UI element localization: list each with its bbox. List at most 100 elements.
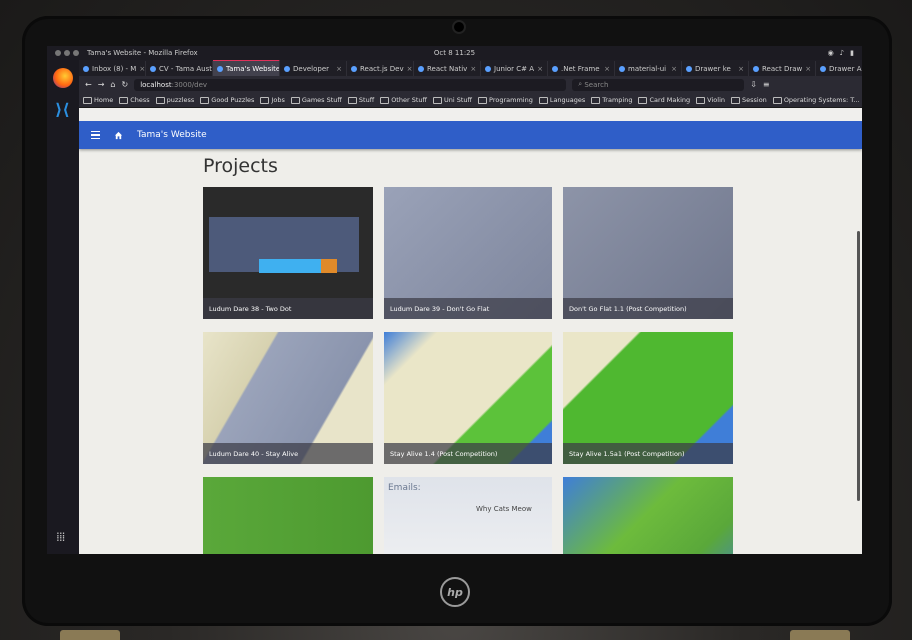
forward-icon[interactable]: →: [98, 80, 105, 89]
tab-favicon-icon: [619, 65, 625, 72]
folder-icon: [347, 96, 357, 104]
project-card[interactable]: Ludum Dare 39 - Don't Go Flat: [384, 187, 552, 319]
tab-label: React Draw: [762, 64, 803, 73]
browser-tab[interactable]: Tama's Website×: [213, 60, 280, 76]
close-tab-icon[interactable]: ×: [805, 65, 811, 73]
hamburger-menu-icon[interactable]: [91, 130, 100, 140]
browser-tab[interactable]: Drawer API×: [816, 61, 862, 76]
search-placeholder: Search: [584, 80, 609, 89]
close-tab-icon[interactable]: ×: [407, 65, 413, 73]
bookmark-item[interactable]: Violin: [696, 96, 725, 104]
close-tab-icon[interactable]: ×: [139, 65, 145, 73]
bookmark-item[interactable]: Languages: [538, 96, 585, 104]
search-input[interactable]: ⌕ Search: [572, 78, 745, 91]
bookmark-item[interactable]: Chess: [119, 96, 150, 104]
bookmark-label: Uni Stuff: [443, 96, 473, 104]
bookmark-item[interactable]: Programming: [478, 96, 533, 104]
bookmark-item[interactable]: Uni Stuff: [432, 96, 473, 104]
browser-tab[interactable]: CV - Tama Aust×: [146, 61, 213, 76]
close-tab-icon[interactable]: ×: [738, 65, 744, 73]
network-icon[interactable]: ◉: [828, 49, 834, 57]
bookmark-label: Session: [742, 96, 767, 104]
home-icon[interactable]: [114, 131, 123, 140]
project-caption: Ludum Dare 39 - Don't Go Flat: [384, 298, 552, 319]
bookmark-item[interactable]: Card Making: [638, 96, 690, 104]
folder-icon: [731, 96, 740, 104]
volume-icon[interactable]: ♪: [840, 49, 844, 57]
bookmark-item[interactable]: Operating Systems: T...: [772, 96, 860, 104]
download-icon[interactable]: ⇩: [750, 80, 757, 89]
project-card[interactable]: Stay Alive 1.4 (Post Competition): [384, 332, 552, 464]
folder-icon: [591, 96, 601, 104]
browser-tab[interactable]: Junior C# A ×: [481, 61, 548, 76]
close-tab-icon[interactable]: ×: [537, 65, 543, 73]
firefox-window: Inbox (8) - M×CV - Tama Aust×Tama's Webs…: [79, 60, 862, 554]
back-icon[interactable]: ←: [85, 80, 92, 89]
tab-favicon-icon: [284, 65, 290, 72]
project-card[interactable]: Ludum Dare 38 - Two Dot: [203, 187, 373, 319]
folder-icon: [260, 96, 270, 104]
browser-tab[interactable]: React Nativ ×: [414, 61, 481, 76]
vscode-icon[interactable]: ⟩⟨: [55, 102, 71, 118]
project-card[interactable]: Emails: Why Cats Meow: [384, 477, 552, 554]
browser-tab[interactable]: React Draw ×: [749, 61, 816, 76]
window-title: Tama's Website - Mozilla Firefox: [87, 49, 198, 57]
folder-icon: [538, 96, 548, 104]
browser-tab[interactable]: Drawer ke ×: [682, 61, 749, 76]
browser-tab[interactable]: material-ui ×: [615, 61, 682, 76]
bookmark-label: Jobs: [271, 96, 285, 104]
bookmark-item[interactable]: Good Puzzles: [200, 96, 254, 104]
bookmark-label: Other Stuff: [391, 96, 427, 104]
bookmark-item[interactable]: Jobs: [260, 96, 285, 104]
project-card[interactable]: [203, 477, 373, 554]
two-dot-tile: [321, 259, 337, 273]
bookmark-item[interactable]: Stuff: [347, 96, 375, 104]
tab-label: React.js Dev: [360, 64, 404, 73]
url-bar[interactable]: localhost :3000/dev: [134, 78, 567, 91]
hinge-left: [60, 630, 120, 640]
project-card[interactable]: Don't Go Flat 1.1 (Post Competition): [563, 187, 733, 319]
browser-tab[interactable]: React.js Dev ×: [347, 61, 414, 76]
tab-favicon-icon: [753, 65, 759, 72]
app-bar: Tama's Website: [79, 121, 862, 149]
tab-label: .Net Frame: [561, 64, 600, 73]
bookmark-item[interactable]: Tramping: [591, 96, 632, 104]
bookmark-item[interactable]: Session: [731, 96, 767, 104]
project-card[interactable]: Stay Alive 1.5a1 (Post Competition): [563, 332, 733, 464]
system-clock[interactable]: Oct 8 11:25: [434, 49, 475, 57]
menu-icon[interactable]: ≡: [763, 80, 770, 89]
tab-label: Inbox (8) - M: [92, 64, 137, 73]
bookmark-label: Home: [94, 96, 114, 104]
browser-tab[interactable]: .Net Frame ×: [548, 61, 615, 76]
url-path: :3000/dev: [171, 80, 208, 89]
bookmark-item[interactable]: Games Stuff: [290, 96, 342, 104]
browser-tab[interactable]: Developer ×: [280, 61, 347, 76]
home-button-icon[interactable]: ⌂: [110, 80, 115, 89]
tab-label: Junior C# A: [494, 64, 535, 73]
browser-tab[interactable]: Inbox (8) - M ×: [79, 61, 146, 76]
close-tab-icon[interactable]: ×: [604, 65, 610, 73]
battery-icon[interactable]: ▮: [850, 49, 854, 57]
bookmark-item[interactable]: puzzless: [155, 96, 194, 104]
show-apps-icon[interactable]: ⁞⁞⁞: [56, 530, 66, 544]
project-caption: Ludum Dare 38 - Two Dot: [203, 298, 373, 319]
project-card[interactable]: Ludum Dare 40 - Stay Alive: [203, 332, 373, 464]
tab-label: material-ui: [628, 64, 667, 73]
reload-icon[interactable]: ↻: [121, 80, 128, 89]
bookmark-item[interactable]: Other Stuff: [380, 96, 427, 104]
projects-grid: Ludum Dare 38 - Two Dot Ludum Dare 39 - D…: [203, 187, 743, 554]
bookmark-item[interactable]: Home: [83, 96, 113, 104]
tab-favicon-icon: [83, 65, 89, 72]
close-tab-icon[interactable]: ×: [671, 65, 677, 73]
firefox-icon[interactable]: [53, 68, 73, 88]
tab-favicon-icon: [485, 65, 491, 72]
bookmark-label: Stuff: [358, 96, 375, 104]
folder-icon: [432, 96, 442, 104]
project-card[interactable]: [563, 477, 733, 554]
window-controls[interactable]: [55, 50, 79, 56]
system-tray[interactable]: ◉ ♪ ▮: [828, 49, 854, 57]
folder-icon: [478, 96, 488, 104]
page-scrollbar[interactable]: [857, 231, 860, 501]
close-tab-icon[interactable]: ×: [470, 65, 476, 73]
close-tab-icon[interactable]: ×: [336, 65, 342, 73]
